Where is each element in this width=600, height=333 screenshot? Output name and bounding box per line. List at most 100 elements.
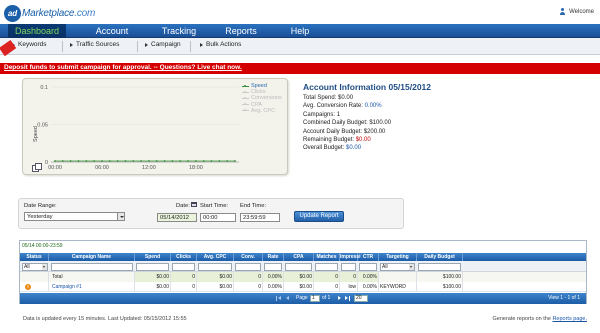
column-header-cpa[interactable]: CPA xyxy=(284,253,314,261)
rate-filter-input[interactable] xyxy=(264,263,282,271)
avg-cpc-filter-input[interactable] xyxy=(198,263,232,271)
account-info-value: $100.00 xyxy=(369,120,392,127)
nav-tab-account[interactable]: Account xyxy=(80,24,144,38)
nav-tab-help[interactable]: Help xyxy=(276,24,324,38)
cell-targeting xyxy=(379,272,417,282)
subnav-keywords[interactable]: Keywords xyxy=(12,41,47,48)
column-header-spend[interactable]: Spend xyxy=(135,253,171,261)
data-point[interactable] xyxy=(163,160,166,162)
subnav-divider xyxy=(137,41,138,52)
data-point[interactable] xyxy=(140,160,142,162)
account-info-value: $0.00 xyxy=(346,145,362,152)
cell-conv: 0 xyxy=(234,282,263,292)
data-point[interactable] xyxy=(101,160,103,162)
legend-item-avg-cpc[interactable]: Avg. CPC xyxy=(242,108,282,114)
daily-budget-filter-input[interactable] xyxy=(418,263,461,271)
start-time-input[interactable]: 00:00 xyxy=(200,213,236,222)
column-header-daily-budget[interactable]: Daily Budget xyxy=(417,253,463,261)
next-page-icon[interactable] xyxy=(338,296,343,301)
grid-filter-row: All All xyxy=(20,261,586,272)
page-size-select[interactable]: 20 xyxy=(354,295,368,302)
column-header-matches[interactable]: Matches xyxy=(314,253,340,261)
targeting-filter-select[interactable]: All xyxy=(380,263,415,271)
data-point[interactable] xyxy=(179,160,182,162)
account-info-label: Overall Budget: xyxy=(303,145,347,152)
nav-tab-reports[interactable]: Reports xyxy=(210,24,272,38)
column-header-ctr[interactable]: CTR xyxy=(358,253,379,261)
subnav-bulk-actions-label: Bulk Actions xyxy=(206,41,242,48)
reports-page-link[interactable]: Reports page. xyxy=(552,316,587,322)
nav-tab-tracking[interactable]: Tracking xyxy=(148,24,210,38)
status-filter-select[interactable]: All xyxy=(22,263,48,271)
data-point[interactable] xyxy=(226,160,229,162)
subnav-bulk-actions[interactable]: Bulk Actions xyxy=(200,41,241,48)
grid-header: Status Campaign Name Spend Clicks Avg. CPC Co… xyxy=(20,253,586,261)
prev-page-icon[interactable] xyxy=(284,296,289,301)
column-header-avg-cpc[interactable]: Avg. CPC xyxy=(197,253,234,261)
spend-filter-input[interactable] xyxy=(136,263,169,271)
data-point[interactable] xyxy=(116,160,119,162)
data-point[interactable] xyxy=(210,160,213,162)
chart-grid xyxy=(51,86,239,163)
date-input[interactable]: 05/14/2012 xyxy=(157,213,197,222)
campaign-link[interactable]: Campaign #1 xyxy=(49,282,135,292)
data-point[interactable] xyxy=(187,160,189,162)
date-range-select[interactable]: Yesterday xyxy=(24,212,125,221)
data-point[interactable] xyxy=(148,160,150,162)
deposit-banner[interactable]: Deposit funds to submit campaign for app… xyxy=(0,63,600,74)
column-header-rate[interactable]: Rate xyxy=(263,253,284,261)
calendar-icon[interactable] xyxy=(191,202,197,207)
data-point[interactable] xyxy=(108,160,111,162)
logo[interactable]: ad Marketplace.com xyxy=(4,4,95,22)
data-point[interactable] xyxy=(69,160,72,162)
welcome-area[interactable]: Welcome xyxy=(559,8,594,15)
ctr-filter-input[interactable] xyxy=(359,263,377,271)
nav-tab-dashboard[interactable]: Dashboard xyxy=(8,24,66,38)
column-header-impressi[interactable]: Impressi xyxy=(340,253,361,261)
page-label: Page xyxy=(296,295,308,301)
account-info-label: Total Spend: xyxy=(303,95,339,101)
export-icon[interactable] xyxy=(32,163,42,172)
data-point[interactable] xyxy=(132,160,135,162)
first-page-icon[interactable] xyxy=(276,296,281,301)
impressions-filter-input[interactable] xyxy=(341,263,356,271)
data-point[interactable] xyxy=(124,160,127,162)
update-report-button[interactable]: Update Report xyxy=(294,211,344,222)
cpa-filter-input[interactable] xyxy=(285,263,312,271)
table-row-total: Total $0.00 0 $0.00 0 0.00% $0.00 0 0 0.… xyxy=(20,272,586,282)
table-row[interactable]: ! Campaign #1 $0.00 0 $0.00 0 0.00% $0.0… xyxy=(20,282,586,292)
column-header-targeting[interactable]: Targeting xyxy=(379,253,417,261)
data-point[interactable] xyxy=(54,160,56,162)
data-point[interactable] xyxy=(93,160,96,162)
column-header-conv[interactable]: Conv. xyxy=(234,253,263,261)
data-point[interactable] xyxy=(61,160,64,162)
campaign-name-filter-input[interactable] xyxy=(51,263,133,271)
data-point[interactable] xyxy=(202,160,205,162)
data-updated-note: Data is updated every 15 minutes. Last U… xyxy=(23,316,187,322)
data-point[interactable] xyxy=(155,160,158,162)
column-header-clicks[interactable]: Clicks xyxy=(171,253,197,261)
data-point[interactable] xyxy=(77,160,80,162)
warning-icon[interactable]: ! xyxy=(25,284,31,290)
end-time-input[interactable]: 23:59:59 xyxy=(240,213,280,222)
data-point[interactable] xyxy=(171,160,174,162)
column-header-campaign-name[interactable]: Campaign Name xyxy=(49,253,135,261)
legend-marker xyxy=(242,103,249,106)
data-point[interactable] xyxy=(218,160,221,162)
data-point[interactable] xyxy=(85,160,88,162)
deposit-banner-link[interactable]: Deposit funds to submit campaign for app… xyxy=(4,64,242,71)
data-point[interactable] xyxy=(194,160,197,162)
last-page-icon[interactable] xyxy=(345,296,350,301)
clicks-filter-input[interactable] xyxy=(172,263,195,271)
subnav-campaign[interactable]: Campaign xyxy=(145,41,181,48)
data-point[interactable] xyxy=(234,160,236,162)
end-time-label: End Time: xyxy=(240,203,267,209)
account-info-line: Campaigns: 1 xyxy=(303,111,431,119)
chart-ticks: 0.10.05000:00 06:00 12:00 18:00 xyxy=(37,85,202,171)
page-number-input[interactable]: 1 xyxy=(310,295,320,302)
subnav-divider xyxy=(190,41,191,52)
matches-filter-input[interactable] xyxy=(315,263,338,271)
column-header-status[interactable]: Status xyxy=(20,253,49,261)
subnav-traffic-sources[interactable]: Traffic Sources xyxy=(70,41,119,48)
conv-filter-input[interactable] xyxy=(235,263,261,271)
